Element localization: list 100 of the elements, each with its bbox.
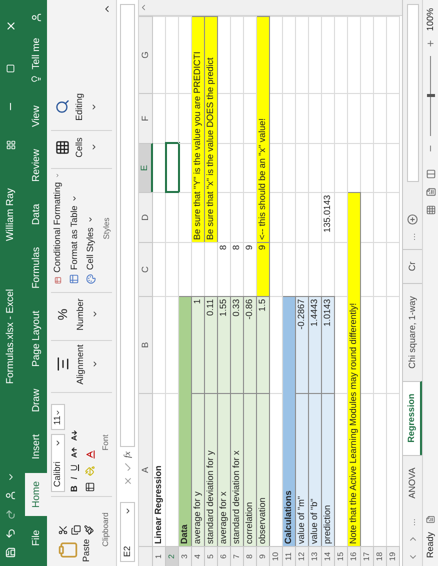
font-color-icon[interactable] <box>84 449 96 460</box>
underline-button[interactable]: U <box>68 464 82 471</box>
row-number[interactable]: 5 <box>205 546 218 566</box>
zoom-slider-thumb[interactable] <box>426 94 434 98</box>
ribbon-tab[interactable]: Page Layout <box>25 302 47 375</box>
paintbrush-icon[interactable] <box>84 524 94 535</box>
row-number[interactable]: 18 <box>374 546 387 566</box>
caret-icon <box>70 194 78 202</box>
enter-icon[interactable] <box>122 462 132 472</box>
empty-cell <box>296 143 309 192</box>
ribbon-tab[interactable]: Data <box>25 196 47 233</box>
empty-cell <box>296 192 309 242</box>
row-number[interactable]: 16 <box>348 546 361 566</box>
table-cell: correlation <box>244 393 257 546</box>
row-number[interactable]: 6 <box>218 546 231 566</box>
format-as-table-button[interactable]: Format as Table <box>68 173 81 284</box>
scroll-up-icon[interactable] <box>139 3 148 12</box>
table-cell: Be sure that "x" is the value DOES the predict <box>205 16 218 242</box>
table-cell: standard deviation for y <box>205 393 218 546</box>
sheet-tab[interactable]: Regression <box>403 380 422 455</box>
row-number[interactable]: 13 <box>309 546 322 566</box>
paste-button[interactable]: Paste <box>51 538 100 562</box>
number-button[interactable]: % Number <box>51 292 112 336</box>
close-icon[interactable] <box>4 20 16 32</box>
row-number[interactable]: 14 <box>322 546 335 566</box>
font-name-field[interactable]: Calibri <box>51 434 65 492</box>
row-number[interactable]: 2 <box>166 546 179 566</box>
borders-icon[interactable] <box>85 482 95 492</box>
table-cell: 0.33 <box>231 296 244 393</box>
empty-cell <box>153 242 166 296</box>
name-box[interactable]: E2 <box>120 502 135 562</box>
row-number[interactable]: 17 <box>361 546 374 566</box>
italic-button[interactable]: I <box>68 476 82 480</box>
row-number[interactable]: 8 <box>244 546 257 566</box>
row-number[interactable]: 19 <box>387 546 400 566</box>
horizontal-scrollbar[interactable] <box>406 4 418 182</box>
column-header[interactable]: A <box>139 393 153 546</box>
empty-cell <box>361 93 374 143</box>
column-header[interactable]: E <box>139 143 153 192</box>
ribbon-tab[interactable]: Review <box>25 141 47 190</box>
ribbon-tab[interactable]: Home <box>25 473 47 516</box>
column-header[interactable]: G <box>139 16 153 93</box>
table-cell: observation <box>257 393 270 546</box>
ribbon-tab[interactable]: File <box>25 522 47 554</box>
row-number[interactable]: 7 <box>231 546 244 566</box>
row-number[interactable]: 12 <box>296 546 309 566</box>
table-cell: prediction <box>322 393 335 546</box>
macro-record-icon[interactable] <box>426 514 435 524</box>
cells-button[interactable]: Cells <box>51 130 112 164</box>
row-number[interactable]: 11 <box>283 546 296 566</box>
maximize-icon[interactable] <box>6 64 15 74</box>
normal-view-icon[interactable] <box>426 205 436 216</box>
redo-icon[interactable] <box>5 509 16 520</box>
cell-styles-button[interactable]: Cell Styles <box>84 173 98 284</box>
user-name[interactable]: William Ray <box>3 188 18 241</box>
row-number[interactable]: 1 <box>153 546 166 566</box>
zoom-level[interactable]: 100% <box>424 8 438 32</box>
insert-function-button[interactable]: fx <box>120 452 134 458</box>
undo-icon[interactable] <box>5 528 16 539</box>
formula-field[interactable] <box>120 4 135 448</box>
copy-icon[interactable] <box>70 524 80 535</box>
row-number[interactable]: 10 <box>270 546 283 566</box>
table-cell: 1 <box>192 296 205 393</box>
empty-cell <box>387 93 400 143</box>
more-sheets-button[interactable]: ... <box>406 518 420 526</box>
bold-button[interactable]: B <box>68 486 82 492</box>
alignment-button[interactable]: Alignment <box>51 340 112 388</box>
conditional-formatting-button[interactable]: Conditional Formatting <box>51 173 64 284</box>
empty-cell <box>374 93 387 143</box>
row-number[interactable]: 3 <box>179 546 192 566</box>
cancel-icon[interactable] <box>122 476 132 486</box>
zoom-in-icon[interactable] <box>426 39 435 48</box>
more-sheets-button[interactable]: ... <box>406 233 420 241</box>
page-break-view-icon[interactable] <box>426 169 436 180</box>
empty-cell <box>283 192 296 242</box>
table-cell: 135.0143 <box>322 192 335 242</box>
page-layout-view-icon[interactable] <box>426 187 436 198</box>
scissors-icon[interactable] <box>58 524 68 535</box>
editing-button[interactable]: Editing <box>51 88 112 126</box>
ribbon-tab[interactable]: Insert <box>25 426 47 468</box>
ribbon-tab[interactable]: Formulas <box>25 238 47 297</box>
ribbon-tab[interactable]: Draw <box>25 380 47 420</box>
ribbon-display-icon[interactable] <box>6 140 16 150</box>
tell-me-button[interactable]: Tell me <box>25 38 47 84</box>
font-size-field[interactable]: 11 <box>51 404 65 430</box>
save-icon[interactable] <box>5 547 16 558</box>
column-header[interactable]: D <box>139 192 153 242</box>
column-header[interactable]: C <box>139 242 153 296</box>
search-icon <box>55 100 70 114</box>
column-header[interactable]: B <box>139 296 153 393</box>
fill-color-icon[interactable] <box>85 466 95 476</box>
ribbon-tab[interactable]: View <box>25 98 47 136</box>
table-cell: -0.86 <box>244 296 257 393</box>
row-number[interactable]: 15 <box>335 546 348 566</box>
vertical-scrollbar[interactable] <box>139 0 402 16</box>
add-sheet-icon[interactable] <box>407 214 418 226</box>
row-number[interactable]: 9 <box>257 546 270 566</box>
row-number[interactable]: 4 <box>192 546 205 566</box>
status-text: Ready <box>424 532 436 558</box>
column-header[interactable]: F <box>139 93 153 143</box>
